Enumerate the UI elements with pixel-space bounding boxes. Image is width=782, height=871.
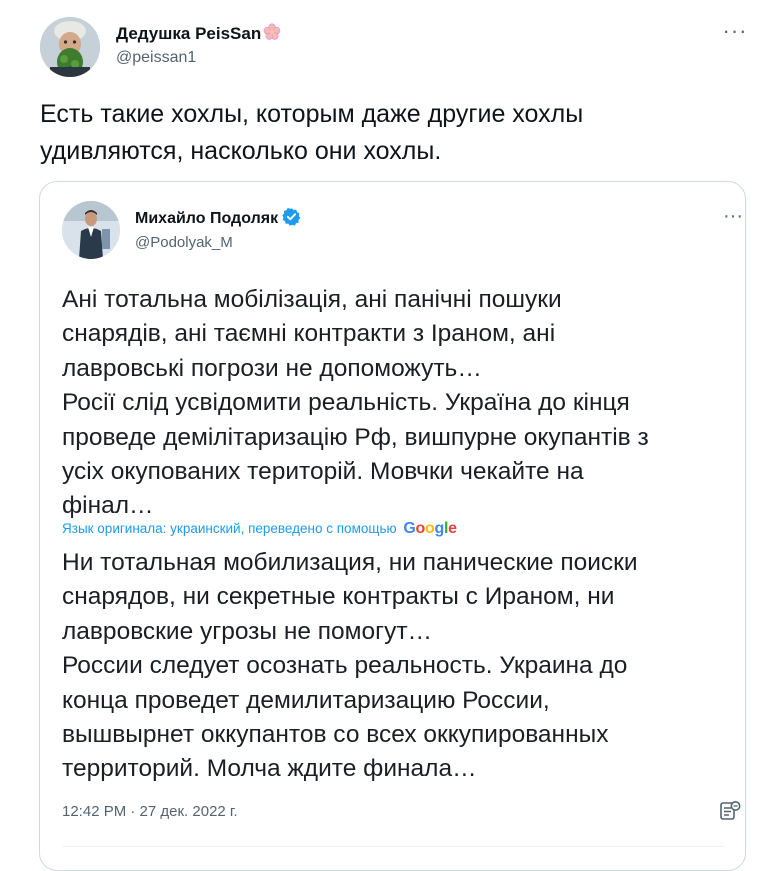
quoted-author-avatar[interactable] — [62, 201, 120, 259]
quoted-translated-text: Ни тотальная мобилизация, ни панические … — [62, 546, 732, 787]
tweet-text-line: удивляются, насколько они хохлы. — [40, 137, 442, 165]
quoted-timestamp[interactable]: 12:42 PM · 27 дек. 2022 г. — [62, 803, 238, 820]
tweet-text-line: Есть такие хохлы, которым даже другие хо… — [40, 100, 584, 128]
tweet-text: Есть такие хохлы, которым даже другие хо… — [40, 96, 740, 170]
translation-note[interactable]: Язык оригинала: украинский, переведено с… — [62, 520, 457, 538]
quoted-author-avatar-image — [62, 201, 120, 259]
quoted-author-name-text: Михайло Подоляк — [135, 210, 279, 227]
translation-note-text: Язык оригинала: украинский, переведено с… — [62, 521, 397, 536]
original-text-line: фінал… — [62, 492, 154, 520]
translated-text-line: снарядов, ни секретные контракты с Ирано… — [62, 583, 615, 611]
quoted-author-handle[interactable]: @Podolyak_M — [135, 234, 233, 251]
google-logo: Google — [403, 520, 457, 537]
translated-text-line: лавровские угрозы не помогут… — [62, 617, 433, 645]
original-text-line: Росії слід усвідомити реальність. Україн… — [62, 389, 630, 417]
translate-icon[interactable] — [718, 799, 742, 823]
translated-text-line: России следует осознать реальность. Укра… — [62, 652, 628, 680]
original-text-line: снарядів, ані таємні контракти з Іраном,… — [62, 320, 556, 348]
translated-text-line: Ни тотальная мобилизация, ни панические … — [62, 549, 638, 576]
author-avatar[interactable] — [40, 17, 100, 77]
translated-text-line: конца проведет демилитаризацию России, — [62, 686, 550, 714]
quoted-more-options-icon[interactable]: ··· — [720, 206, 746, 229]
cherry-blossom-icon — [263, 23, 281, 46]
author-handle[interactable]: @peissan1 — [116, 49, 196, 67]
translated-text-line: вышвырнет оккупантов со всех оккупирован… — [62, 721, 609, 749]
author-name[interactable]: Дедушка PeisSan — [116, 23, 281, 46]
original-text-line: Ані тотальна мобілізація, ані панічні по… — [62, 286, 562, 313]
translated-text-line: территорий. Молча ждите финала… — [62, 755, 477, 783]
original-text-line: проведе демілітаризацію Рф, вишпурне оку… — [62, 423, 649, 451]
quoted-author-name[interactable]: Михайло Подоляк — [135, 207, 301, 231]
tweet: Дедушка PeisSan @peissan1 ··· Есть такие… — [0, 0, 782, 871]
author-avatar-image — [40, 17, 100, 77]
author-name-text: Дедушка PeisSan — [116, 24, 262, 43]
quoted-original-text: Ані тотальна мобілізація, ані панічні по… — [62, 283, 732, 524]
original-text-line: усіх окупованих територій. Мовчки чекайт… — [62, 458, 584, 486]
quoted-tweet-card[interactable]: Михайло Подоляк @Podolyak_M ··· Ані тота… — [39, 181, 746, 871]
divider — [62, 846, 724, 847]
verified-badge-icon — [282, 207, 301, 231]
more-options-icon[interactable]: ··· — [722, 20, 748, 44]
original-text-line: лавровські погрози не допоможуть… — [62, 354, 482, 382]
